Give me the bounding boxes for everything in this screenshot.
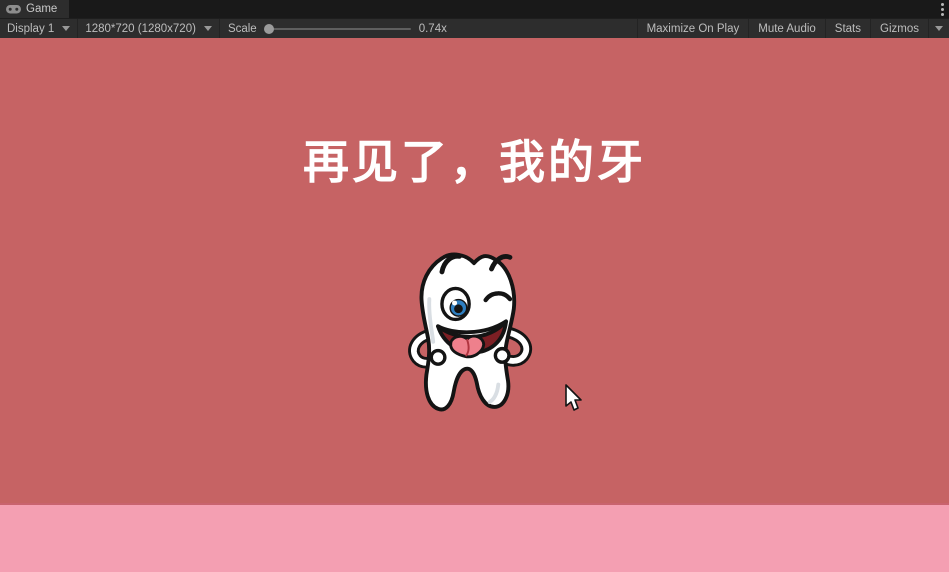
gizmos-button[interactable]: Gizmos — [870, 19, 928, 38]
gamepad-icon — [6, 5, 21, 14]
game-title: 再见了，我的牙 — [0, 126, 949, 192]
chevron-down-icon — [62, 26, 70, 31]
chevron-down-icon — [204, 26, 212, 31]
display-dropdown[interactable]: Display 1 — [0, 19, 77, 38]
resolution-dropdown-label: 1280*720 (1280x720) — [85, 23, 196, 35]
chevron-down-icon — [935, 26, 943, 31]
tooth-mascot — [406, 248, 542, 424]
mute-audio-button[interactable]: Mute Audio — [748, 19, 825, 38]
footer-strip — [0, 503, 949, 572]
maximize-on-play-label: Maximize On Play — [647, 23, 740, 35]
gizmos-label: Gizmos — [880, 23, 919, 35]
tab-bar: Game — [0, 0, 949, 18]
scale-value: 0.74x — [419, 23, 447, 35]
scale-label: Scale — [228, 23, 257, 35]
tab-game-label: Game — [26, 3, 57, 15]
stats-button[interactable]: Stats — [825, 19, 870, 38]
tab-game[interactable]: Game — [0, 0, 69, 18]
resolution-dropdown[interactable]: 1280*720 (1280x720) — [78, 19, 219, 38]
gizmos-dropdown-button[interactable] — [928, 19, 949, 38]
game-view-toolbar: Display 1 1280*720 (1280x720) Scale 0.74… — [0, 18, 949, 38]
stats-label: Stats — [835, 23, 861, 35]
scale-slider[interactable] — [265, 28, 411, 30]
scale-control: Scale 0.74x — [220, 19, 455, 38]
maximize-on-play-button[interactable]: Maximize On Play — [637, 19, 749, 38]
mute-audio-label: Mute Audio — [758, 23, 816, 35]
mouse-cursor-icon — [564, 384, 586, 414]
unity-game-window: Game Display 1 1280*720 (1280x720) Scale… — [0, 0, 949, 572]
kebab-menu-icon[interactable] — [941, 0, 944, 18]
scale-slider-knob[interactable] — [264, 24, 274, 34]
game-viewport[interactable]: 再见了，我的牙 — [0, 38, 949, 572]
display-dropdown-label: Display 1 — [7, 23, 54, 35]
